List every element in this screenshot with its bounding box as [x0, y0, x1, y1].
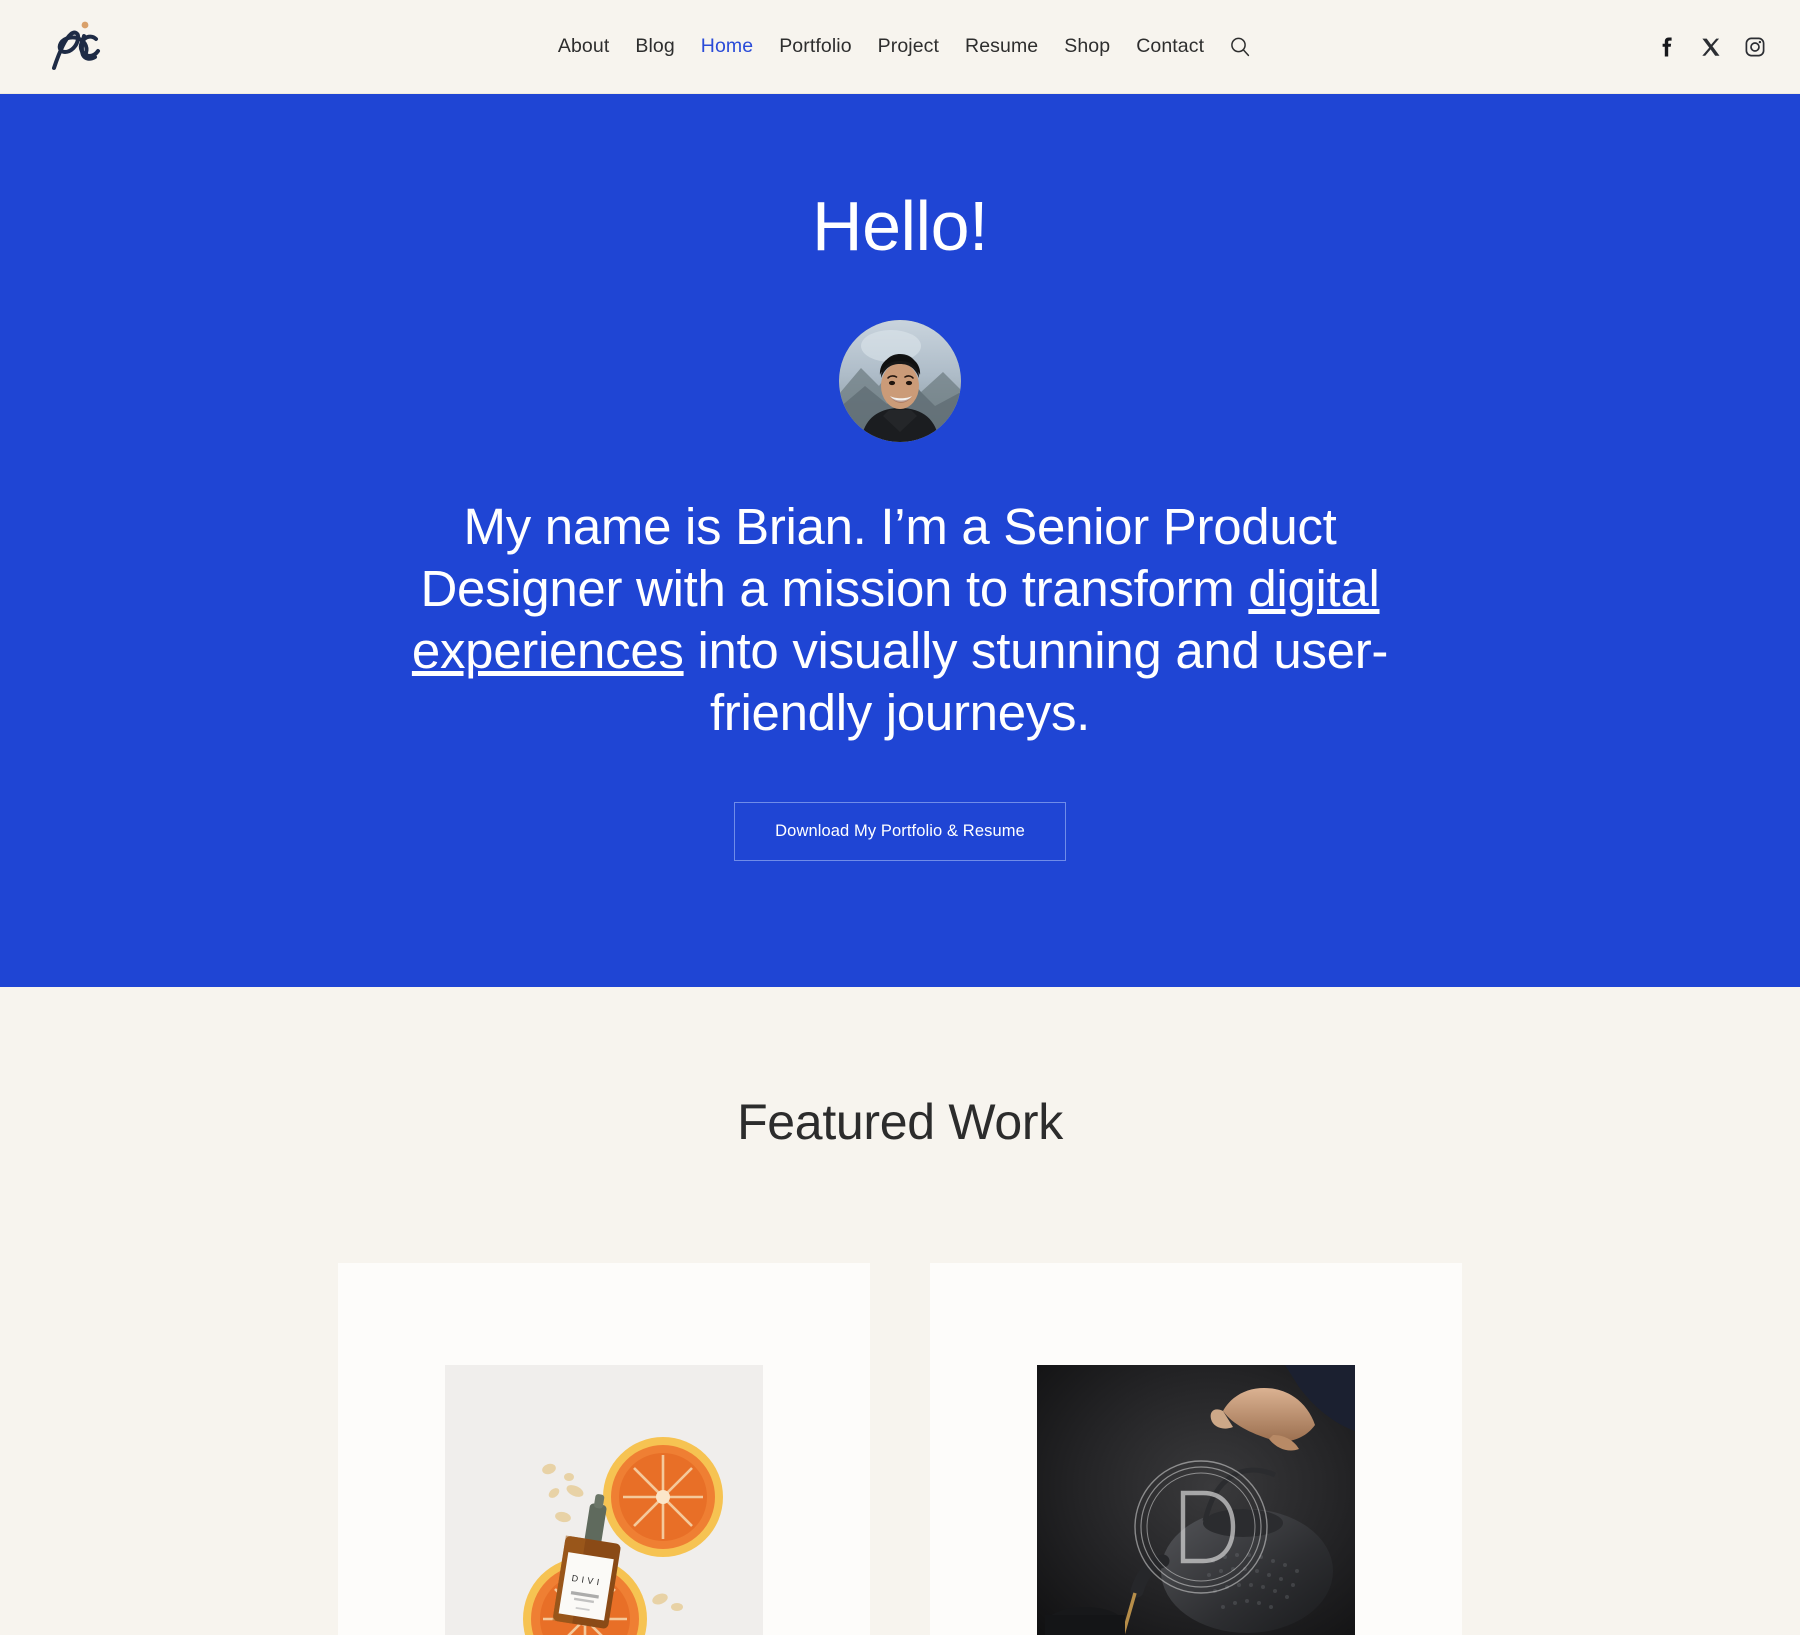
x-twitter-icon[interactable] — [1700, 36, 1722, 58]
featured-work-title: Featured Work — [737, 1094, 1063, 1151]
nav-item-blog[interactable]: Blog — [622, 31, 687, 62]
primary-nav: About Blog Home Portfolio Project Resume… — [0, 31, 1800, 62]
featured-work-section: Featured Work DIVI — [0, 987, 1800, 1635]
nav-item-home[interactable]: Home — [688, 31, 766, 62]
instagram-glyph — [1745, 37, 1765, 56]
nav-item-portfolio[interactable]: Portfolio — [766, 31, 864, 62]
teapot-pour-photo[interactable] — [1037, 1365, 1355, 1635]
avatar — [839, 319, 961, 442]
nav-item-about[interactable]: About — [545, 31, 622, 62]
page-root: About Blog Home Portfolio Project Resume… — [0, 0, 1800, 1635]
work-card[interactable]: DIVI — [338, 1263, 870, 1635]
teapot-pour-image — [1037, 1365, 1355, 1635]
hero-title: Hello! — [812, 187, 988, 265]
nav-item-project[interactable]: Project — [865, 31, 952, 62]
site-header: About Blog Home Portfolio Project Resume… — [0, 0, 1800, 94]
search-icon[interactable] — [1225, 32, 1255, 62]
instagram-icon[interactable] — [1744, 36, 1766, 58]
nav-item-contact[interactable]: Contact — [1123, 31, 1217, 62]
nav-item-resume[interactable]: Resume — [952, 31, 1051, 62]
x-glyph — [1702, 38, 1720, 56]
hero-lead: My name is Brian. I’m a Senior Product D… — [380, 496, 1420, 745]
serum-bottle-oranges-image: DIVI — [445, 1365, 763, 1635]
hero-lead-part-1: My name is Brian. I’m a Senior Product D… — [420, 497, 1337, 617]
avatar-portrait-photo — [839, 319, 961, 442]
hero-section: Hello! My name is Brian. I’m a Senior Pr… — [0, 94, 1800, 988]
social-links — [1656, 36, 1766, 58]
hero-lead-part-2: into visually stunning and user-friendly… — [683, 621, 1389, 742]
work-card[interactable] — [930, 1263, 1462, 1635]
featured-work-grid: DIVI — [338, 1263, 1462, 1635]
facebook-icon[interactable] — [1656, 36, 1678, 58]
search-glass-glyph — [1231, 37, 1250, 56]
serum-bottle-oranges-photo[interactable]: DIVI — [445, 1365, 763, 1635]
download-portfolio-button[interactable]: Download My Portfolio & Resume — [734, 802, 1066, 862]
facebook-f-glyph — [1662, 37, 1672, 56]
nav-item-shop[interactable]: Shop — [1051, 31, 1123, 62]
